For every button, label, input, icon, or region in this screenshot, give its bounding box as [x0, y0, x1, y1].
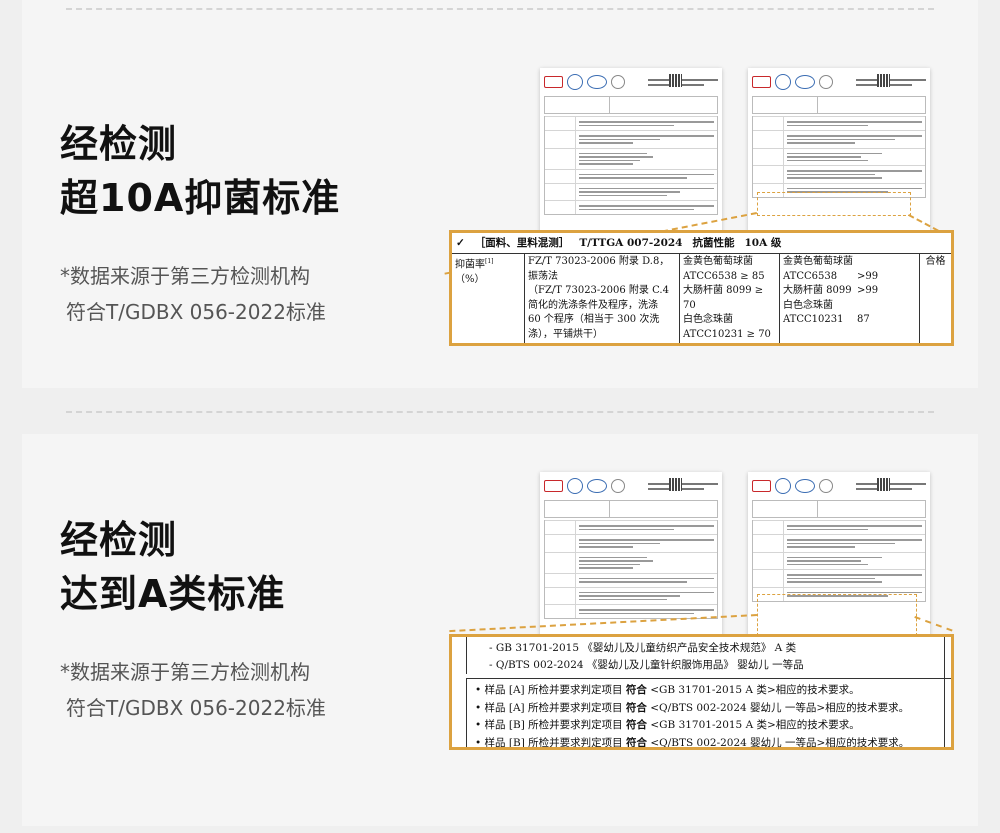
result-row: 大肠杆菌 8099 >99: [783, 285, 879, 296]
item-unit: （%）: [455, 273, 485, 285]
report-page-thumbnail: [748, 68, 930, 246]
cnas-logo-icon: [587, 479, 607, 493]
standard-item: - GB 31701-2015 《婴幼儿及儿童纺织产品安全技术规范》 A 类: [489, 642, 797, 654]
callout-header: ✓ ［面料、里料混测］ T/TTGA 007-2024 抗菌性能 10A 级: [452, 233, 951, 254]
cnas-logo-icon: [587, 75, 607, 89]
section2-note-line2: 符合T/GDBX 056-2022标准: [66, 696, 326, 720]
section1-note-line1: *数据来源于第三方检测机构: [60, 264, 310, 288]
standard-item: - Q/BTS 002-2024 《婴幼儿及儿童针织服饰用品》 婴幼儿 一等品: [489, 659, 804, 671]
standards-list: - GB 31701-2015 《婴幼儿及儿童纺织产品安全技术规范》 A 类 -…: [466, 637, 951, 674]
lab-logo-icon: [611, 479, 625, 493]
item-label: 抑菌率: [455, 259, 485, 271]
check-icon: ✓: [456, 237, 465, 249]
result-row: 白色念珠菌: [783, 299, 833, 311]
method-line: 涤），平铺烘干）: [528, 328, 603, 340]
ilac-logo-icon: [775, 478, 791, 494]
result-cell: 金黄色葡萄球菌 ATCC6538 >99 大肠杆菌 8099 >99 白色念珠菌 A…: [780, 254, 920, 343]
conclusions-list: • 样品 [A] 所检并要求判定项目 符合 <GB 31701-2015 A 类…: [466, 679, 951, 749]
result-row: 金黄色葡萄球菌: [783, 256, 853, 267]
section1-note-line2: 符合T/GDBX 056-2022标准: [66, 300, 326, 324]
callout-grade: 10A 级: [744, 237, 782, 249]
section2-note: *数据来源于第三方检测机构 符合T/GDBX 056-2022标准: [60, 654, 326, 726]
result-table: 抑菌率[1] （%） FZ/T 73023-2006 附录 D.8， 振荡法 （F…: [452, 254, 951, 343]
method-line: 振荡法: [528, 270, 558, 282]
section1-note: *数据来源于第三方检测机构 符合T/GDBX 056-2022标准: [60, 258, 326, 330]
callout-sample-part: ［面料、里料混测］: [474, 237, 570, 249]
callout-test-item: 抗菌性能: [692, 237, 735, 249]
conclusion-item: • 样品 [B] 所检并要求判定项目 符合 <GB 31701-2015 A 类…: [475, 719, 860, 731]
method-line: （FZ/T 73023-2006 附录 C.4: [528, 285, 669, 296]
requirement-line: ATCC10231 ≥ 70: [683, 328, 771, 340]
cma-logo-icon: [544, 76, 563, 88]
item-cell: 抑菌率[1] （%）: [452, 254, 525, 343]
section2-heading-line1: 经检测: [60, 518, 178, 562]
divider-middle: [66, 411, 934, 413]
section1-heading-line1: 经检测: [60, 122, 178, 166]
ilac-logo-icon: [775, 74, 791, 90]
lab-logo-icon: [819, 479, 833, 493]
result-row: ATCC10231 87: [783, 314, 870, 325]
method-cell: FZ/T 73023-2006 附录 D.8， 振荡法 （FZ/T 73023-…: [525, 254, 680, 343]
qr-code-icon: [877, 74, 890, 87]
lab-logo-icon: [819, 75, 833, 89]
antibacterial-result-callout: ✓ ［面料、里料混测］ T/TTGA 007-2024 抗菌性能 10A 级 抑菌率[1…: [449, 230, 954, 346]
cnas-logo-icon: [795, 75, 815, 89]
section2-heading-line2: 达到A类标准: [60, 572, 286, 616]
requirement-line: 金黄色葡萄球菌: [683, 256, 753, 267]
ilac-logo-icon: [567, 478, 583, 494]
cma-logo-icon: [752, 480, 771, 492]
cma-logo-icon: [752, 76, 771, 88]
item-footnote: [1]: [485, 258, 494, 265]
cma-logo-icon: [544, 480, 563, 492]
callout-standard: T/TTGA 007-2024: [579, 237, 683, 249]
verdict-cell: 合格: [920, 254, 951, 343]
requirement-line: 大肠杆菌 8099 ≥ 70: [683, 285, 764, 311]
requirement-cell: 金黄色葡萄球菌 ATCC6538 ≥ 85 大肠杆菌 8099 ≥ 70 白色念…: [680, 254, 780, 343]
ilac-logo-icon: [567, 74, 583, 90]
report-page-thumbnail: [540, 68, 722, 246]
qr-code-icon: [877, 478, 890, 491]
method-line: 60 个程序（相当于 300 次洗: [528, 314, 660, 325]
section2-note-line1: *数据来源于第三方检测机构: [60, 660, 310, 684]
conclusion-item: • 样品 [B] 所检并要求判定项目 符合 <Q/BTS 002-2024 婴幼…: [475, 736, 910, 749]
result-row: ATCC6538 >99: [783, 270, 879, 282]
conclusion-item: • 样品 [A] 所检并要求判定项目 符合 <Q/BTS 002-2024 婴幼…: [475, 701, 910, 714]
lab-logo-icon: [611, 75, 625, 89]
requirement-line: 白色念珠菌: [683, 314, 733, 325]
qr-code-icon: [669, 478, 682, 491]
cnas-logo-icon: [795, 479, 815, 493]
zoom-highlight: [757, 192, 911, 216]
method-line: FZ/T 73023-2006 附录 D.8，: [528, 256, 670, 267]
method-line: 简化的洗涤条件及程序，洗涤: [528, 299, 658, 311]
zoom-highlight: [757, 594, 917, 636]
section1-heading-line2: 超10A抑菌标准: [60, 176, 341, 220]
divider-top: [66, 8, 934, 10]
qr-code-icon: [669, 74, 682, 87]
conclusion-item: • 样品 [A] 所检并要求判定项目 符合 <GB 31701-2015 A 类…: [475, 684, 860, 696]
requirement-line: ATCC6538 ≥ 85: [683, 270, 765, 282]
verdict: 合格: [925, 256, 946, 267]
conclusion-callout: - GB 31701-2015 《婴幼儿及儿童纺织产品安全技术规范》 A 类 -…: [449, 634, 954, 750]
